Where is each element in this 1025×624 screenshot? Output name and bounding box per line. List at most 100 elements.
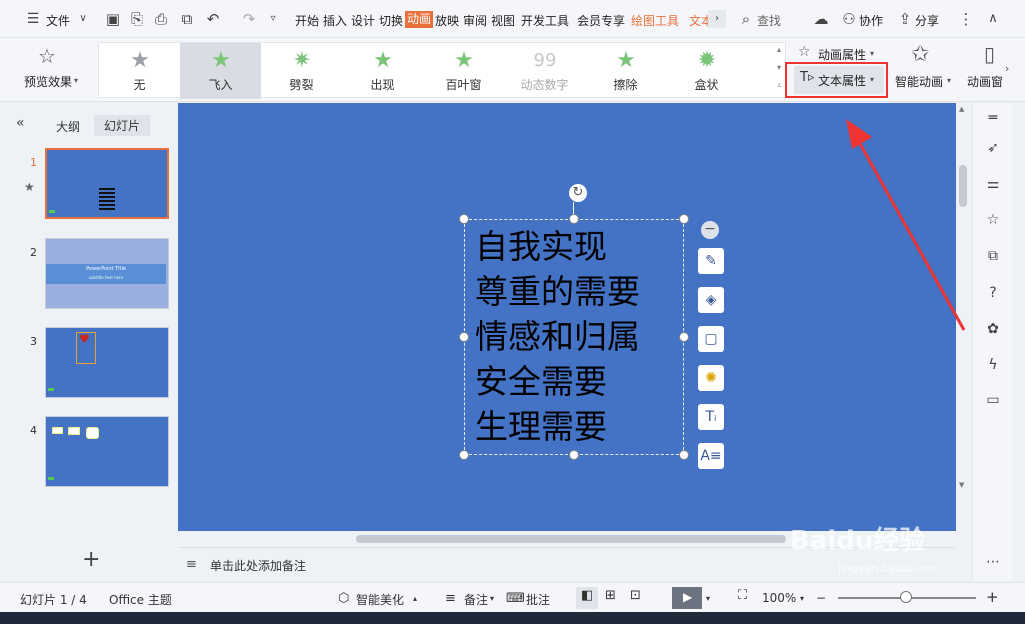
notes-placeholder[interactable]: 单击此处添加备注 [210,557,306,574]
text-line[interactable]: 生理需要 [475,407,607,447]
quick-access-more-icon[interactable]: ▿ [264,10,282,28]
undo-icon[interactable]: ↶ [204,10,222,28]
gallery-expand-icon[interactable]: ⩡ [777,81,782,91]
tab-review[interactable]: 审阅 [463,12,487,29]
zoom-level[interactable]: 100% [762,591,796,605]
comment-button[interactable]: 批注 [526,591,550,608]
hamburger-icon[interactable]: ☰ [24,10,42,28]
add-slide-icon[interactable]: + [82,547,100,572]
anim-box[interactable]: ✹ 盒状 [666,43,747,99]
theme-name[interactable]: Office 主题 [109,591,172,608]
gallery-up-icon[interactable]: ▴ [777,45,781,54]
beautify-icon[interactable]: ✿ [984,320,1002,338]
anim-panel-button[interactable]: 动画窗 [967,73,1003,90]
idea-icon[interactable]: ✺ [698,365,724,391]
tab-slides[interactable]: 幻灯片 [94,115,151,136]
slide-thumb-4[interactable] [45,416,169,487]
rocket-icon[interactable]: ➶ [984,139,1002,157]
chevron-down-icon[interactable]: ∨ [74,10,92,28]
gallery-down-icon[interactable]: ▾ [777,63,781,72]
help-icon[interactable]: ? [984,284,1002,302]
export-pdf-icon[interactable]: ⎘ [128,10,146,28]
collab-button[interactable]: 协作 [859,12,883,29]
sorter-view-icon[interactable]: ⊞ [605,588,616,603]
resize-handle[interactable] [459,332,469,342]
slide-thumb-1[interactable] [45,148,169,219]
beautify-button[interactable]: 智能美化 [356,591,404,608]
zoom-slider-thumb[interactable] [900,591,912,603]
tab-developer[interactable]: 开发工具 [521,12,569,29]
anim-dynamic-number[interactable]: 99 动态数字 [504,43,585,99]
tab-member[interactable]: 会员专享 [577,12,625,29]
text-box[interactable]: 自我实现 尊重的需要 情感和归属 安全需要 生理需要 [464,219,684,455]
chevron-down-icon[interactable]: ▾ [800,594,804,603]
brush-icon[interactable]: ✎ [698,248,724,274]
text-transform-icon[interactable]: Tᵢ [698,404,724,430]
fill-icon[interactable]: ◈ [698,287,724,313]
text-line[interactable]: 安全需要 [475,362,607,402]
scroll-up-icon[interactable]: ▲ [959,105,964,113]
chevron-down-icon[interactable]: ▾ [490,594,494,603]
tab-transition[interactable]: 切换 [379,12,403,29]
tab-drawing-tools[interactable]: 绘图工具 [631,12,679,29]
search-input[interactable]: 查找 [757,12,781,29]
more-icon[interactable]: ⋮ [957,10,975,28]
slide-thumb-2[interactable]: PowerPoint Title subtitle text here [45,238,169,309]
lightning-icon[interactable]: ϟ [984,356,1002,374]
slide-thumb-3[interactable]: ♥ [45,327,169,398]
text-style-icon[interactable]: A≡ [698,443,724,469]
scroll-thumb[interactable] [356,535,786,543]
anim-wipe[interactable]: ★ 擦除 [585,43,666,99]
anim-blinds[interactable]: ★ 百叶窗 [423,43,504,99]
tab-view[interactable]: 视图 [491,12,515,29]
anim-split[interactable]: ✷ 劈裂 [261,43,342,99]
print-preview-icon[interactable]: ⧉ [178,10,196,28]
anim-none[interactable]: ★ 无 [99,43,180,99]
redo-icon[interactable]: ↷ [240,10,258,28]
print-icon[interactable]: ⎙ [152,10,170,28]
resize-handle[interactable] [679,332,689,342]
tab-outline[interactable]: 大纲 [56,118,80,135]
star-outline-icon[interactable]: ☆ [984,211,1002,229]
zoom-in-icon[interactable]: + [986,588,999,606]
tab-animation[interactable]: 动画 [405,11,434,28]
smart-anim-button[interactable]: 智能动画 [895,73,943,90]
tab-scroll-icon[interactable]: › [708,10,726,28]
anim-appear[interactable]: ★ 出现 [342,43,423,99]
text-line[interactable]: 情感和归属 [475,317,640,357]
notes-button[interactable]: 备注 [464,591,488,608]
scroll-down-icon[interactable]: ▼ [959,481,964,489]
cloud-icon[interactable]: ☁ [812,10,830,28]
resize-handle[interactable] [569,450,579,460]
tab-design[interactable]: 设计 [351,12,375,29]
tab-slideshow[interactable]: 放映 [435,12,459,29]
share-button[interactable]: 分享 [915,12,939,29]
collapse-panel-icon[interactable]: « [16,115,25,131]
sidebar-menu-icon[interactable]: ═ [984,109,1002,127]
preview-effect-button[interactable]: 预览效果 [24,73,72,90]
chevron-up-icon[interactable]: ▴ [413,594,417,603]
more-dots-icon[interactable]: ⋯ [984,553,1002,571]
book-icon[interactable]: ▭ [984,391,1002,409]
resize-handle[interactable] [679,214,689,224]
ribbon-scroll-icon[interactable]: › [1005,62,1009,75]
text-line[interactable]: 尊重的需要 [475,272,640,312]
anim-props-button[interactable]: 动画属性 [818,46,866,63]
text-line[interactable]: 自我实现 [475,227,607,267]
resize-handle[interactable] [459,450,469,460]
save-icon[interactable]: ▣ [104,10,122,28]
rotate-handle-icon[interactable]: ↻ [569,184,587,202]
resize-handle[interactable] [679,450,689,460]
chevron-down-icon[interactable]: ▾ [706,594,710,603]
collapse-ribbon-icon[interactable]: ∧ [984,10,1002,28]
resize-handle[interactable] [569,214,579,224]
resize-handle[interactable] [459,214,469,224]
adjust-icon[interactable]: ⚌ [984,175,1002,193]
file-menu[interactable]: 文件 [46,12,70,29]
transition-icon[interactable]: ⧉ [984,247,1002,265]
fit-window-icon[interactable]: ⛶ [738,588,747,603]
collapse-toolbar-icon[interactable]: − [701,221,719,239]
reading-view-icon[interactable]: ⊡ [630,588,641,603]
tab-home[interactable]: 开始 [295,12,319,29]
tab-insert[interactable]: 插入 [323,12,347,29]
